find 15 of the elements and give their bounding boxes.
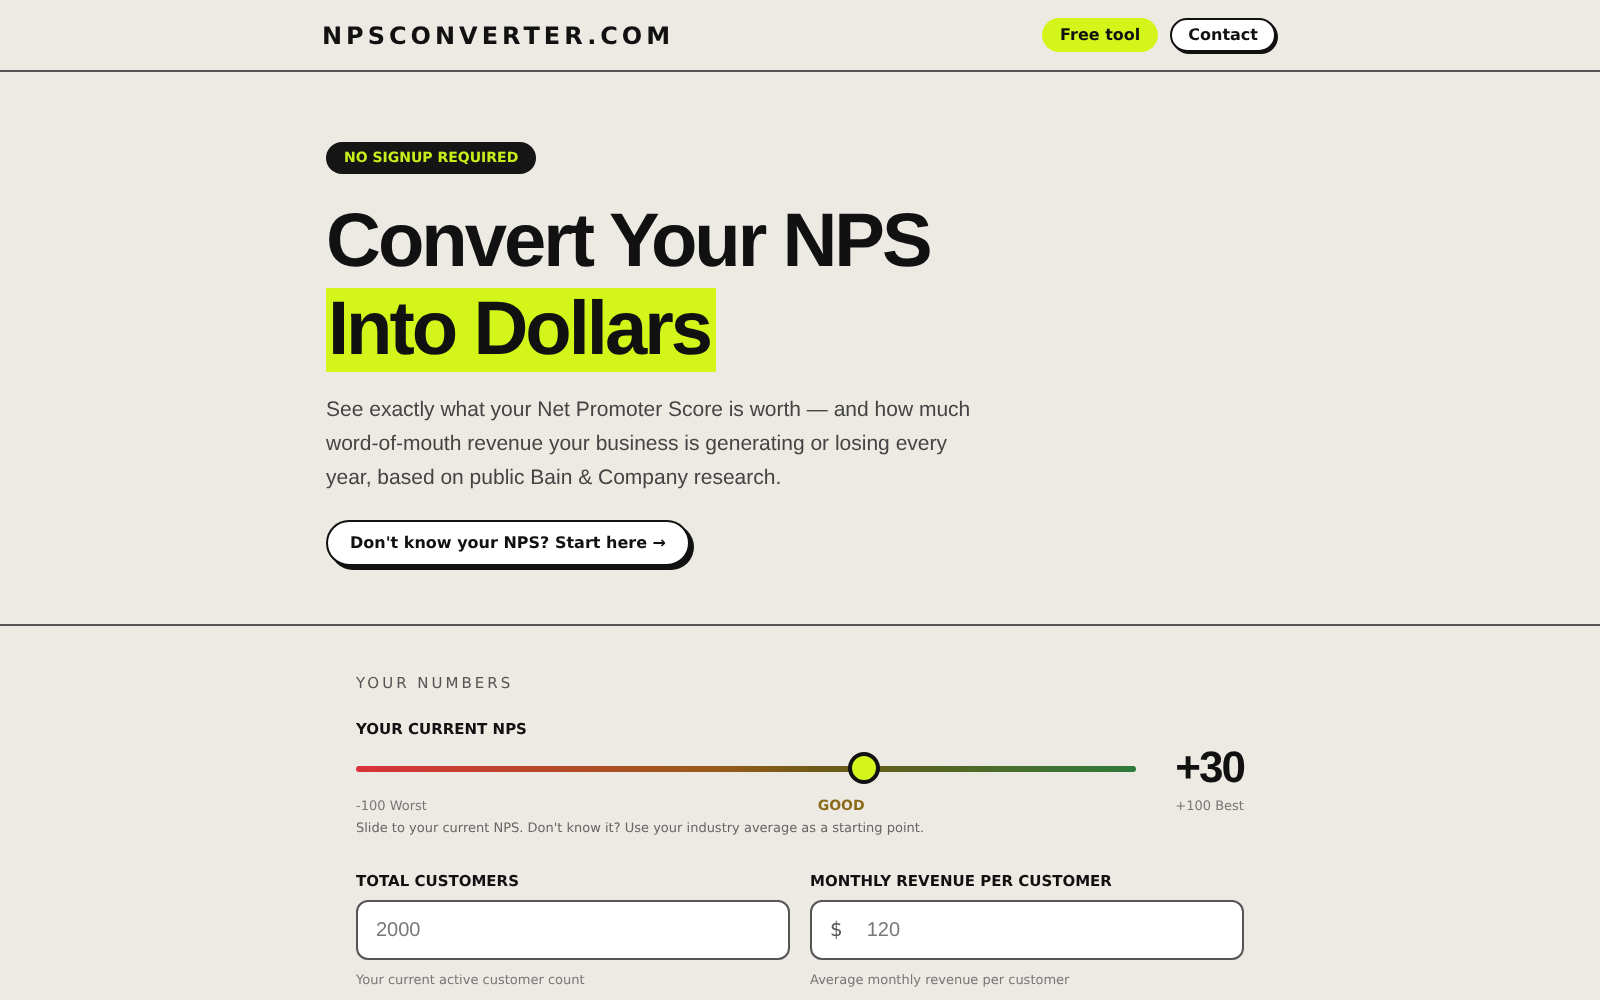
input-field[interactable]: 2000 — [356, 900, 790, 960]
start-here-button[interactable]: Don't know your NPS? Start here → — [326, 520, 690, 566]
currency-prefix: $ — [830, 919, 843, 941]
nav-link[interactable]: Free tool — [1042, 18, 1159, 52]
hero-title: Convert Your NPS — [326, 198, 932, 286]
hero-title: Into Dollars — [326, 288, 717, 372]
nps-slider[interactable] — [356, 752, 1136, 784]
field-value[interactable]: 2000 — [376, 919, 770, 941]
field-value[interactable]: 120 — [866, 919, 1224, 941]
nps-value: +30 — [1173, 742, 1244, 794]
site-logo[interactable]: NPSCONVERTER.COM — [322, 21, 675, 49]
hero-description: See exactly what your Net Promoter Score is worth — and how much word-of-mouth revenue your business is generating or losing every year, based on public Bain & Company research. — [326, 396, 973, 494]
nav-link[interactable]: Contact — [1170, 18, 1276, 52]
slider-thumb[interactable] — [847, 752, 879, 784]
input-field[interactable]: $ 120 — [810, 900, 1244, 960]
